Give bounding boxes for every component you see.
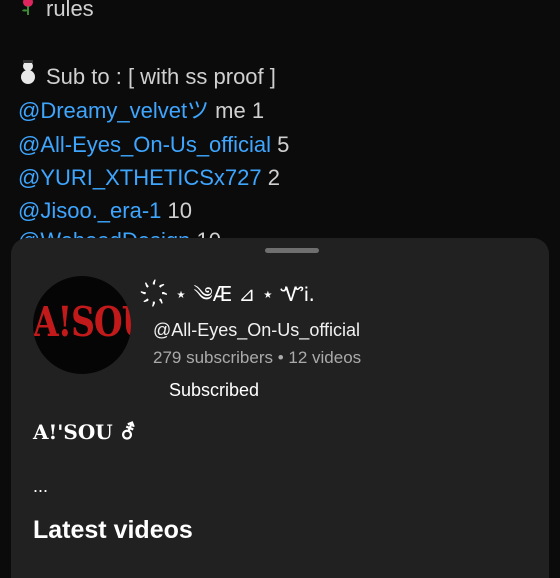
channel-preview-sheet: A!SOU ҉ ⋆ ༄Æ ⊿ ⋆ ᏉᎥ. @All-Eyes_On-Us_off…	[11, 238, 549, 578]
subscribed-button[interactable]: Subscribed	[169, 380, 259, 401]
mention-link[interactable]: @All-Eyes_On-Us_official	[18, 132, 271, 157]
drag-handle[interactable]	[265, 248, 319, 253]
channel-stats: 279 subscribers • 12 videos	[153, 348, 362, 367]
count: 2	[261, 165, 280, 190]
list-item: @Jisoo._era-1 10	[18, 198, 192, 224]
list-item: @Dreamy_velvetツ me 1	[18, 98, 264, 124]
list-item: @All-Eyes_On-Us_official 5	[18, 132, 289, 158]
channel-description: A!'SOU ⚦	[33, 420, 137, 444]
rose-icon	[18, 0, 38, 22]
latest-videos-heading: Latest videos	[33, 516, 193, 544]
more-description-toggle[interactable]: ...	[33, 476, 48, 497]
snowman-icon	[18, 60, 38, 90]
mention-link[interactable]: @YURI_XTHETICSx727	[18, 165, 262, 190]
count: 10	[161, 198, 192, 223]
channel-handle[interactable]: @All-Eyes_On-Us_official	[153, 320, 360, 341]
list-item: @YURI_XTHETICSx727 2	[18, 165, 280, 191]
count: 5	[271, 132, 290, 157]
rules-line: rules	[18, 0, 94, 22]
rules-label: rules	[46, 0, 94, 21]
avatar-logo-text: A!SOU	[33, 297, 131, 346]
sub-to-label: Sub to : [ with ss proof ]	[46, 64, 276, 89]
mention-link[interactable]: @Dreamy_velvetツ	[18, 98, 209, 123]
sub-to-line: Sub to : [ with ss proof ]	[18, 60, 276, 90]
count: me 1	[209, 98, 265, 123]
mention-link[interactable]: @Jisoo._era-1	[18, 198, 161, 223]
channel-avatar[interactable]: A!SOU	[33, 276, 131, 374]
